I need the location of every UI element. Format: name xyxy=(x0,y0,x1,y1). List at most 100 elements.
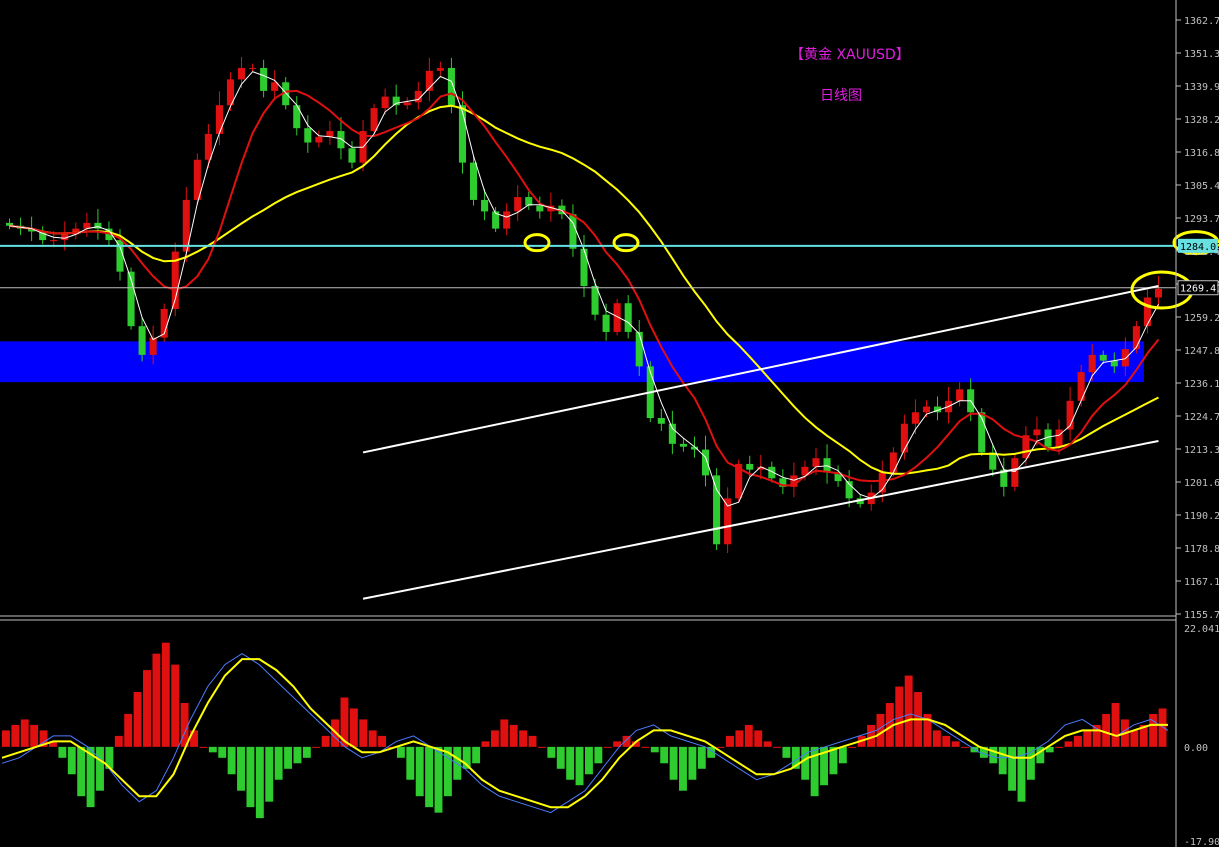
candle-body xyxy=(215,105,223,134)
macd-histogram-bar xyxy=(396,746,405,758)
macd-histogram-bar xyxy=(1149,713,1158,747)
macd-histogram-bar xyxy=(679,746,687,791)
price-tick-label: 1224.70 xyxy=(1184,412,1219,423)
candle-body xyxy=(337,131,345,149)
macd-histogram-bar xyxy=(114,735,123,747)
candle-body xyxy=(403,102,411,106)
macd-histogram-bar xyxy=(951,741,960,747)
candle-body xyxy=(436,67,444,71)
macd-histogram-bar xyxy=(434,746,443,813)
candle-body xyxy=(149,337,157,355)
macd-histogram-bar xyxy=(998,746,1007,775)
macd-histogram-bar xyxy=(1130,730,1139,747)
macd-histogram-bar xyxy=(425,746,434,808)
macd-histogram-bar xyxy=(472,746,481,764)
candle-body xyxy=(1132,326,1140,350)
macd-histogram-bar xyxy=(773,746,781,748)
macd-histogram-bar xyxy=(218,746,227,758)
price-tick-label: 1339.90 xyxy=(1184,82,1219,93)
candle-body xyxy=(1099,354,1107,361)
macd-histogram-bar xyxy=(838,746,847,764)
candle-body xyxy=(304,128,312,143)
macd-histogram-bar xyxy=(537,746,546,748)
macd-histogram-bar xyxy=(152,653,161,747)
price-tick-label: 1155.70 xyxy=(1184,610,1219,621)
macd-histogram-bar xyxy=(1064,741,1073,747)
chart-subtitle: 日线图 xyxy=(820,88,862,104)
macd-histogram-bar xyxy=(124,713,133,747)
price-tick-label: 1362.70 xyxy=(1184,16,1219,27)
candle-body xyxy=(701,449,710,476)
candle-body xyxy=(580,248,588,287)
price-tick-label: 1351.30 xyxy=(1184,49,1219,60)
macd-histogram-bar xyxy=(415,746,424,797)
macd-histogram-bar xyxy=(688,746,697,780)
macd-histogram-bar xyxy=(171,664,180,747)
macd-histogram-bar xyxy=(716,746,725,748)
macd-histogram-bar xyxy=(30,724,39,747)
price-tick-label: 1293.70 xyxy=(1184,214,1219,225)
macd-histogram-bar xyxy=(744,724,753,747)
candle-body xyxy=(1154,288,1163,298)
macd-tick-label: 22.0416 xyxy=(1184,624,1219,635)
macd-histogram-bar xyxy=(161,642,170,747)
chart-canvas: 1362.70 1351.30 1339.90 1328.20 1316.80 1305.… xyxy=(0,0,1219,847)
candle-body xyxy=(260,67,268,91)
macd-histogram-bar xyxy=(697,746,706,769)
chart-title: 【黄金 XAUUSD】 xyxy=(790,47,910,63)
macd-histogram-bar xyxy=(67,746,76,775)
macd-histogram-bar xyxy=(302,746,311,758)
macd-histogram-bar xyxy=(378,735,387,747)
macd-histogram-bar xyxy=(782,746,791,758)
macd-histogram-bar xyxy=(1102,713,1111,747)
macd-histogram-bar xyxy=(368,730,377,747)
macd-histogram-bar xyxy=(11,724,20,747)
price-tick-label: 1247.80 xyxy=(1184,346,1219,357)
macd-histogram-bar xyxy=(660,746,669,764)
macd-histogram-bar xyxy=(255,746,264,819)
candle-body xyxy=(922,406,931,413)
candle-body xyxy=(249,67,257,69)
candle-body xyxy=(1143,297,1151,327)
macd-histogram-bar xyxy=(481,741,490,747)
macd-histogram-bar xyxy=(143,670,151,747)
candle-body xyxy=(746,463,754,470)
macd-histogram-bar xyxy=(321,735,330,747)
price-badge-label: 1269.41 xyxy=(1180,284,1219,295)
macd-histogram-bar xyxy=(848,746,857,748)
macd-histogram-bar xyxy=(274,746,283,780)
macd-histogram-bar xyxy=(77,746,86,797)
candle-body xyxy=(469,162,478,200)
macd-histogram-bar xyxy=(961,746,970,748)
macd-histogram-bar xyxy=(96,746,104,791)
candle-body xyxy=(900,423,908,453)
macd-histogram-bar xyxy=(359,719,368,747)
macd-histogram-bar xyxy=(1008,746,1017,791)
macd-tick-label: -17.9016 xyxy=(1184,837,1219,847)
candle-body xyxy=(602,314,610,332)
candle-body xyxy=(668,423,676,444)
macd-histogram-bar xyxy=(312,746,321,748)
macd-histogram-bar xyxy=(763,741,772,747)
macd-histogram-bar xyxy=(237,746,245,791)
candle-body xyxy=(447,67,455,106)
macd-histogram-bar xyxy=(406,746,415,780)
macd-histogram-bar xyxy=(20,719,29,747)
candle-body xyxy=(1088,354,1096,373)
price-tick-label: 1328.20 xyxy=(1184,115,1219,126)
price-tick-label: 1201.60 xyxy=(1184,478,1219,489)
candle-body xyxy=(657,418,665,424)
candle-body xyxy=(237,67,246,80)
candle-body xyxy=(315,136,323,143)
price-tick-label: 1178.80 xyxy=(1184,544,1219,555)
macd-histogram-bar xyxy=(932,730,941,747)
support-zone xyxy=(0,341,1144,383)
candle-body xyxy=(50,240,58,242)
price-tick-label: 1167.10 xyxy=(1184,577,1219,588)
candle-body xyxy=(536,205,544,212)
candle-body xyxy=(911,412,919,424)
candle-body xyxy=(503,211,511,229)
price-tick-label: 1259.20 xyxy=(1184,313,1219,324)
candle-body xyxy=(481,199,489,212)
candle-body xyxy=(889,452,897,473)
